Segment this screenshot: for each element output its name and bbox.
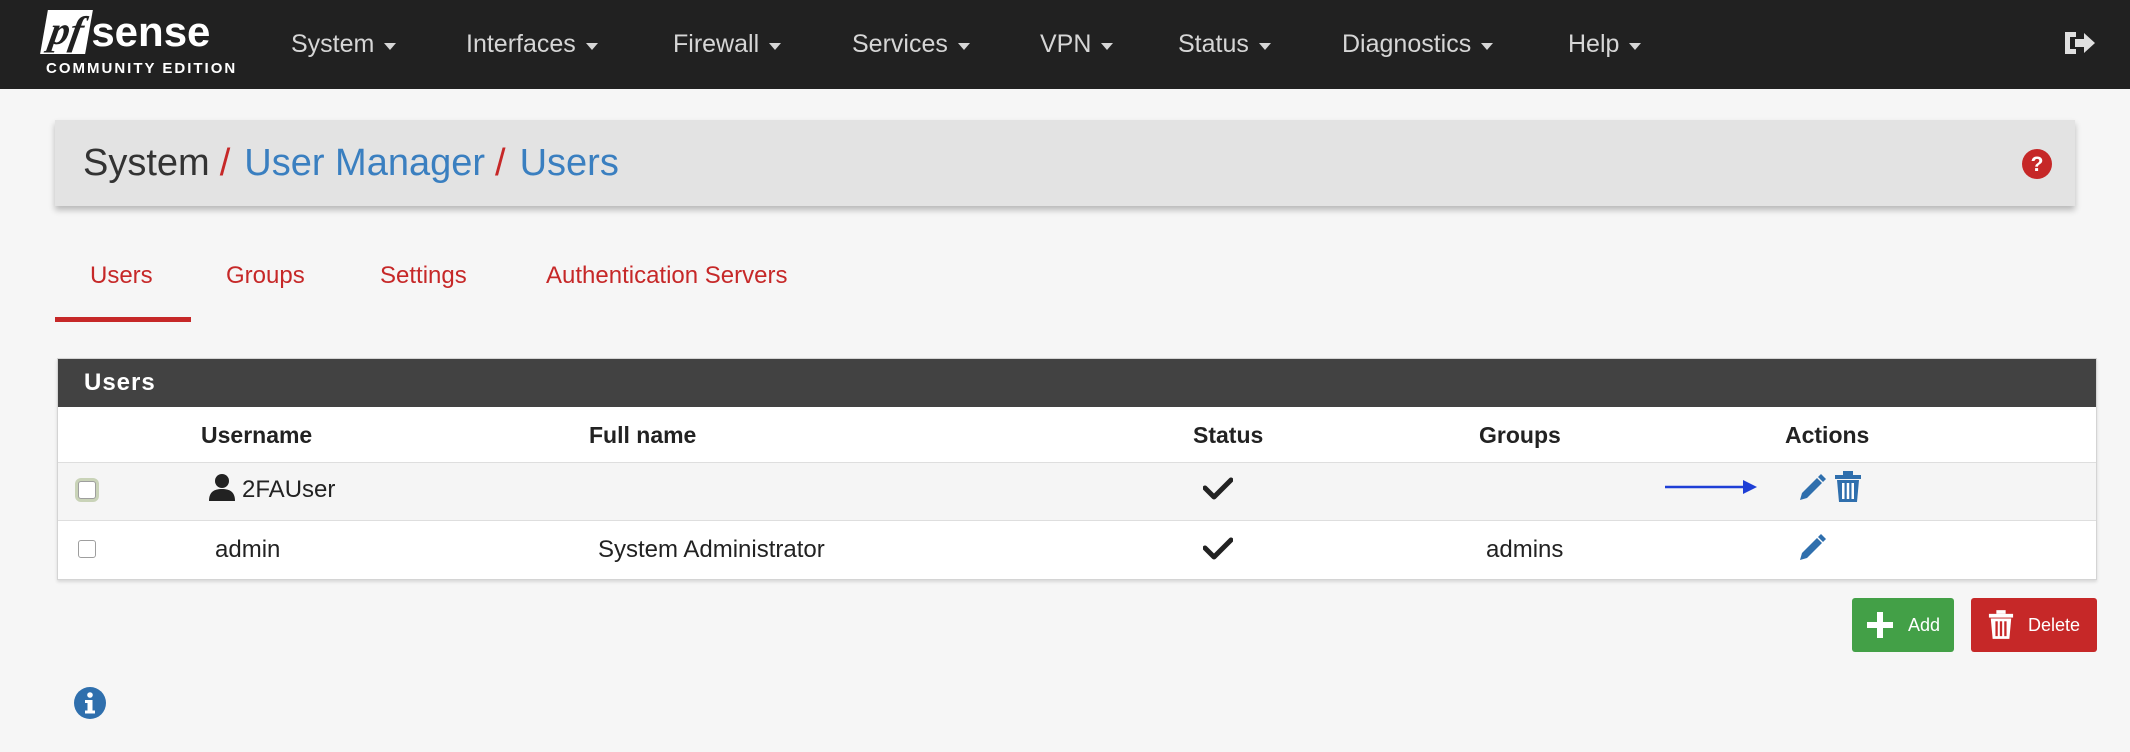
logo-sense-text: sense xyxy=(91,8,211,55)
row-divider xyxy=(58,520,2096,521)
full-name-cell: System Administrator xyxy=(598,536,825,563)
column-header-full-name[interactable]: Full name xyxy=(589,422,696,449)
caret-down-icon xyxy=(1101,42,1114,50)
column-header-actions: Actions xyxy=(1785,422,1870,448)
caret-down-icon xyxy=(585,42,598,50)
column-header-groups[interactable]: Groups xyxy=(1479,422,1561,449)
nav-menu-label: Diagnostics xyxy=(1342,30,1472,58)
panel-title: Users xyxy=(58,359,2096,407)
trash-icon xyxy=(1988,610,2014,639)
caret-down-icon xyxy=(957,42,970,50)
check-icon xyxy=(1203,537,1233,560)
pfsense-logo[interactable]: pf sense COMMUNITY EDITION xyxy=(40,8,244,84)
add-button-label: Add xyxy=(1907,614,1941,635)
nav-menu-services[interactable]: Services xyxy=(852,0,970,89)
nav-menu-label: Firewall xyxy=(673,30,760,58)
nav-menu-label: Services xyxy=(852,30,948,58)
nav-menu-label: Status xyxy=(1178,30,1249,58)
add-user-button[interactable]: Add xyxy=(1852,598,1954,652)
caret-down-icon xyxy=(384,42,397,50)
nav-menu-help[interactable]: Help xyxy=(1568,0,1642,89)
column-header-username[interactable]: Username xyxy=(201,422,312,449)
nav-menu-interfaces[interactable]: Interfaces xyxy=(466,0,598,89)
caret-down-icon xyxy=(1258,42,1271,50)
groups-cell: admins xyxy=(1486,536,1564,563)
caret-down-icon xyxy=(1481,42,1494,50)
nav-menu-label: VPN xyxy=(1040,30,1092,58)
tab-settings[interactable]: Settings xyxy=(380,262,467,322)
breadcrumb-separator: / xyxy=(219,141,231,184)
breadcrumb: System / User Manager / Users ? xyxy=(55,120,2075,206)
row-select-checkbox[interactable] xyxy=(78,540,96,558)
user-icon xyxy=(209,474,235,501)
nav-menu-system[interactable]: System xyxy=(291,0,397,89)
delete-users-button[interactable]: Delete xyxy=(1971,598,2097,652)
breadcrumb-root: System xyxy=(83,141,210,184)
breadcrumb-user-manager-link[interactable]: User Manager xyxy=(244,142,485,185)
tab-authentication-servers[interactable]: Authentication Servers xyxy=(546,262,787,322)
plus-icon xyxy=(1866,612,1893,638)
row-select-checkbox[interactable] xyxy=(78,481,96,499)
tab-groups[interactable]: Groups xyxy=(226,262,305,322)
breadcrumb-users-link[interactable]: Users xyxy=(520,142,619,185)
logo-subtitle: COMMUNITY EDITION xyxy=(46,60,238,77)
table-row-shade xyxy=(58,463,2096,520)
delete-trash-icon[interactable] xyxy=(1834,471,1862,503)
check-icon xyxy=(1203,477,1233,500)
svg-text:?: ? xyxy=(2031,153,2044,176)
nav-menu-status[interactable]: Status xyxy=(1178,0,1271,89)
tab-users[interactable]: Users xyxy=(90,262,153,322)
logo-pf-text: pf xyxy=(40,8,94,54)
nav-menu-firewall[interactable]: Firewall xyxy=(673,0,782,89)
top-navbar: pf sense COMMUNITY EDITION System Interf… xyxy=(0,0,2130,89)
annotation-arrow-icon xyxy=(1665,480,1757,494)
edit-pencil-icon[interactable] xyxy=(1796,531,1828,563)
breadcrumb-separator: / xyxy=(495,141,506,184)
nav-menu-label: System xyxy=(291,30,375,58)
active-tab-indicator xyxy=(55,317,191,322)
username-cell: admin xyxy=(215,536,281,563)
username-cell: 2FAUser xyxy=(242,476,336,503)
edit-pencil-icon[interactable] xyxy=(1796,471,1828,503)
column-header-status[interactable]: Status xyxy=(1193,422,1263,449)
nav-menu-label: Interfaces xyxy=(466,30,576,58)
users-panel: Users Username Full name Status Groups A… xyxy=(57,358,2097,580)
question-circle-icon[interactable]: ? xyxy=(2021,148,2053,180)
nav-menu-label: Help xyxy=(1568,30,1620,58)
caret-down-icon xyxy=(1629,42,1642,50)
sign-out-icon[interactable] xyxy=(2063,28,2097,58)
delete-button-label: Delete xyxy=(2027,614,2081,635)
info-circle-icon[interactable] xyxy=(73,686,107,720)
nav-menu-diagnostics[interactable]: Diagnostics xyxy=(1342,0,1494,89)
nav-menu-vpn[interactable]: VPN xyxy=(1040,0,1114,89)
caret-down-icon xyxy=(769,42,782,50)
